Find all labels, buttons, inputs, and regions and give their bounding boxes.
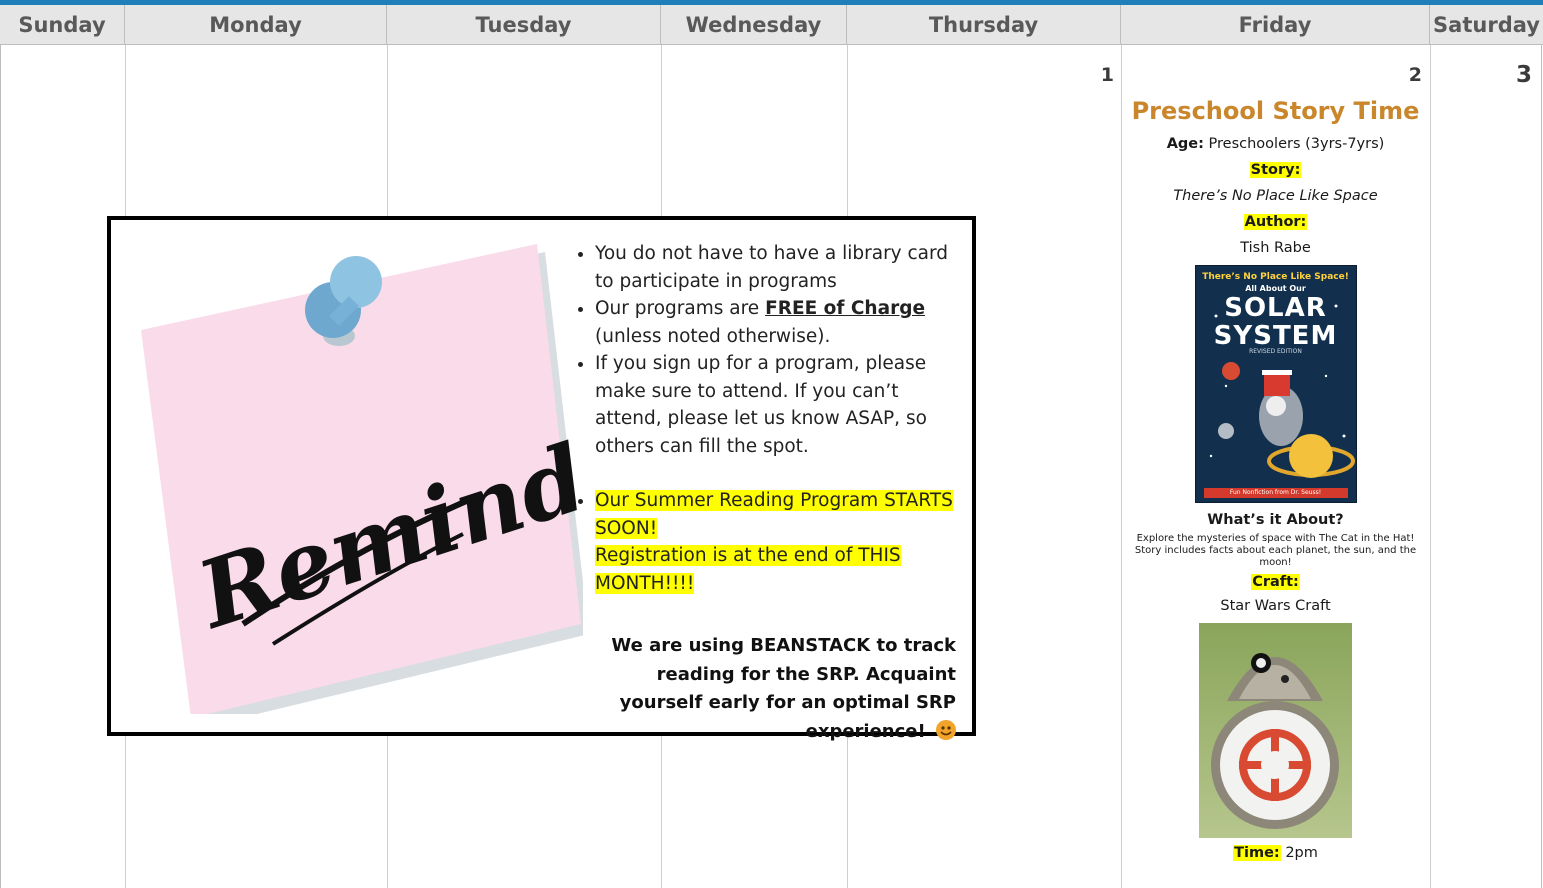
- header-friday: Friday: [1121, 5, 1430, 45]
- time-value: 2pm: [1285, 845, 1318, 861]
- book-line1: There’s No Place Like Space!: [1202, 272, 1349, 282]
- reminder-item-srp: Our Summer Reading Program STARTS SOON! R…: [595, 487, 956, 597]
- header-wednesday: Wednesday: [661, 5, 847, 45]
- grid-line: [1541, 45, 1542, 888]
- book-cover-image: There’s No Place Like Space! All About O…: [1194, 265, 1357, 503]
- sticky-note-art: Reminder!: [141, 244, 739, 728]
- story-label: Story:: [1249, 162, 1302, 178]
- date-friday: 2: [1408, 64, 1422, 86]
- header-monday: Monday: [125, 5, 387, 45]
- about-text: Explore the mysteries of space with The …: [1134, 533, 1417, 568]
- book-line2: All About Our: [1245, 284, 1306, 293]
- age-value: Preschoolers (3yrs-7yrs): [1208, 136, 1385, 152]
- reminder-item-free: Our programs are FREE of Charge (unless …: [595, 295, 956, 350]
- event-preschool-story-time[interactable]: Preschool Story Time Age: Preschoolers (…: [1122, 95, 1429, 870]
- author-label: Author:: [1243, 214, 1308, 230]
- author-label-row: Author:: [1122, 213, 1429, 231]
- age-label: Age:: [1166, 136, 1204, 152]
- reminder-item-attend: If you sign up for a program, please mak…: [595, 350, 956, 460]
- craft-image: [1199, 623, 1352, 838]
- reminder-list: You do not have to have a library card t…: [571, 240, 956, 597]
- srp-starts-text: Our Summer Reading Program STARTS SOON!: [595, 490, 953, 539]
- header-saturday: Saturday: [1433, 13, 1540, 37]
- header-tuesday: Tuesday: [387, 5, 661, 45]
- time-label: Time:: [1233, 845, 1281, 861]
- header-thursday: Thursday: [847, 5, 1121, 45]
- free-of-charge-text: FREE of Charge: [765, 298, 926, 319]
- registration-text: Registration is at the end of THIS MONTH…: [595, 545, 901, 594]
- story-value: There’s No Place Like Space: [1173, 188, 1378, 204]
- story-label-row: Story:: [1122, 161, 1429, 179]
- craft-label-row: Craft:: [1122, 573, 1429, 591]
- craft-label: Craft:: [1251, 574, 1300, 590]
- bb8-craft-art: [1211, 653, 1339, 829]
- smiley-icon: [936, 719, 956, 740]
- date-saturday: 3: [1515, 62, 1532, 88]
- event-time: Time: 2pm: [1122, 844, 1429, 862]
- book-line6: Fun Nonfiction from Dr. Seuss!: [1203, 488, 1348, 498]
- beanstack-note: We are using BEANSTACK to track reading …: [611, 635, 956, 742]
- book-line3: SOLAR SYSTEM: [1213, 293, 1338, 351]
- reminder-box: Reminder! You do not have to have a libr…: [107, 216, 976, 742]
- grid-line: [0, 45, 1, 888]
- event-title: Preschool Story Time: [1131, 97, 1420, 125]
- grid-line: [1430, 45, 1431, 888]
- craft-value: Star Wars Craft: [1220, 598, 1331, 614]
- book-line5: REVISED EDITION: [1249, 348, 1302, 355]
- author-value: Tish Rabe: [1240, 240, 1311, 256]
- reminder-sticky-note: Reminder!: [123, 244, 739, 728]
- header-sunday: Sunday: [0, 5, 125, 45]
- date-thursday: 1: [1100, 64, 1114, 86]
- weekday-header: Sunday Monday Tuesday Wednesday Thursday…: [0, 5, 1543, 45]
- reminder-item-library-card: You do not have to have a library card t…: [595, 240, 956, 295]
- event-age: Age: Preschoolers (3yrs-7yrs): [1122, 135, 1429, 153]
- about-label: What’s it About?: [1207, 512, 1344, 528]
